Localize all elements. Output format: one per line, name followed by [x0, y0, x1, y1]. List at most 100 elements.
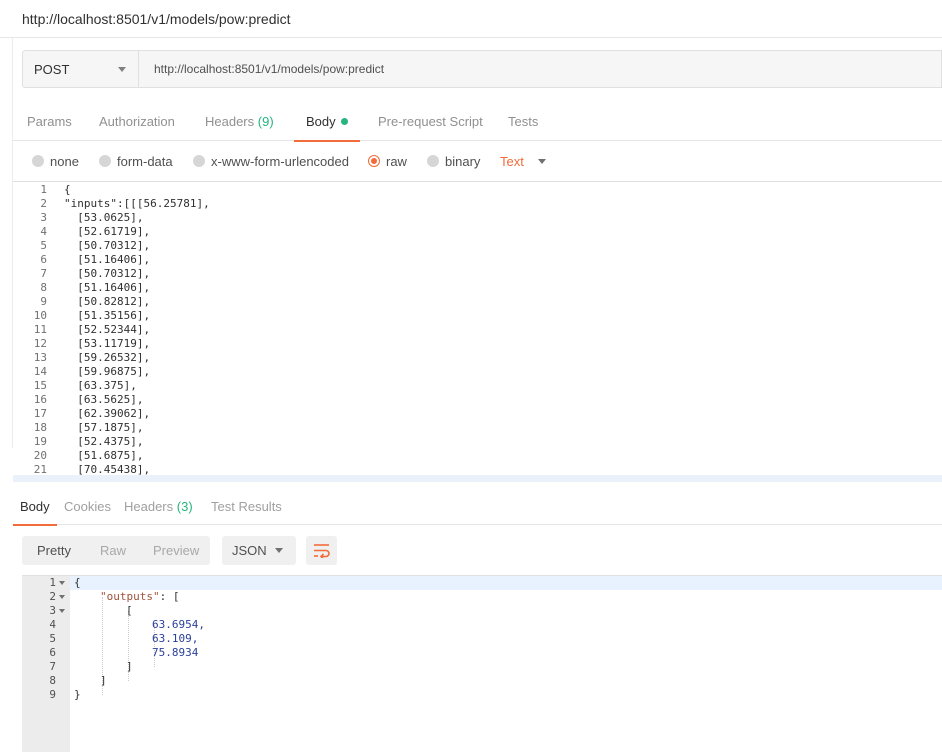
code-line: 1{: [13, 183, 942, 197]
json-punctuation: }: [74, 688, 81, 701]
response-line: 2 "outputs": [: [22, 590, 942, 604]
code-text: [51.35156],: [64, 309, 151, 322]
radio-label: binary: [445, 154, 481, 169]
response-code-text: }: [74, 688, 81, 702]
method-select[interactable]: POST: [23, 51, 139, 87]
code-line: 10 [51.35156],: [13, 309, 942, 323]
response-line: 9}: [22, 688, 942, 702]
body-modified-dot-icon: [340, 118, 348, 125]
tab-tests[interactable]: Tests: [508, 100, 538, 141]
radio-circle-icon: [32, 155, 44, 167]
line-number: 5: [40, 239, 47, 252]
code-line: 17 [62.39062],: [13, 407, 942, 421]
tab-params[interactable]: Params: [27, 100, 72, 141]
radio-label: none: [50, 154, 79, 169]
tab-authorization[interactable]: Authorization: [99, 100, 175, 141]
code-line: 18 [57.1875],: [13, 421, 942, 435]
response-line: 8]: [22, 674, 942, 688]
request-bar: POST http://localhost:8501/v1/models/pow…: [22, 50, 942, 88]
line-number: 8: [49, 674, 56, 687]
fold-toggle-icon[interactable]: [59, 595, 65, 599]
code-text: [52.61719],: [64, 225, 151, 238]
horizontal-scrollbar[interactable]: [13, 475, 942, 482]
raw-button[interactable]: Raw: [100, 536, 126, 565]
json-punctuation: : [: [159, 590, 180, 603]
line-number: 4: [49, 618, 56, 631]
code-line: 6 [51.16406],: [13, 253, 942, 267]
response-code-text: 75.8934: [152, 646, 198, 660]
request-body-editor[interactable]: 1{2 "inputs":[[[56.25781], 3 [53.0625], 4 […: [13, 181, 942, 482]
tab-body[interactable]: Body: [294, 100, 360, 142]
code-text: [62.39062],: [64, 407, 151, 420]
window-title: http://localhost:8501/v1/models/pow:pred…: [22, 11, 291, 27]
tab-label: Tests: [508, 114, 539, 129]
code-text: [53.11719],: [64, 337, 151, 350]
response-line: 4 63.6954,: [22, 618, 942, 632]
tab-label: Test Results: [211, 499, 282, 514]
fold-toggle-icon[interactable]: [59, 581, 65, 585]
tab-pre-request-script[interactable]: Pre-request Script: [378, 100, 483, 141]
tab-test-results[interactable]: Test Results: [211, 489, 282, 525]
request-tabs: Params Authorization Headers (9) Body Pr…: [13, 100, 942, 142]
code-line: 4 [52.61719],: [13, 225, 942, 239]
json-number: 63.109,: [152, 632, 199, 645]
line-number: 10: [33, 309, 47, 322]
tab-label: Params: [27, 114, 72, 129]
code-line: 3 [53.0625],: [13, 211, 942, 225]
json-number: 63.6954,: [152, 618, 205, 631]
response-tabs: Body Cookies Headers (3) Test Results: [13, 489, 942, 526]
line-number: 20: [33, 449, 47, 462]
fold-toggle-icon[interactable]: [59, 609, 65, 613]
response-code-text: ]: [100, 674, 107, 688]
radio-label: form-data: [117, 154, 173, 169]
line-number: 6: [49, 646, 56, 659]
code-text: [50.70312],: [64, 267, 151, 280]
response-code-text: {: [74, 576, 81, 590]
radio-label: raw: [386, 154, 407, 169]
radio-selected-icon: [368, 155, 380, 167]
tab-cookies[interactable]: Cookies: [64, 489, 111, 525]
body-format-label: Text: [500, 154, 524, 169]
response-line: 5 63.109,: [22, 632, 942, 646]
method-label: POST: [34, 62, 70, 77]
response-line: 3[: [22, 604, 942, 618]
code-text: [50.70312],: [64, 239, 151, 252]
response-headers-count-badge: (3): [176, 499, 193, 514]
json-punctuation: ]: [126, 660, 133, 673]
line-number: 11: [33, 323, 47, 336]
wrap-lines-button[interactable]: [306, 536, 337, 565]
code-line: 8 [51.16406],: [13, 281, 942, 295]
tab-response-body[interactable]: Body: [13, 489, 57, 526]
pretty-button[interactable]: Pretty: [37, 536, 71, 565]
response-language-select[interactable]: JSON: [222, 536, 296, 565]
line-number: 16: [33, 393, 47, 406]
line-number: 7: [40, 267, 47, 280]
tab-headers[interactable]: Headers (9): [205, 100, 274, 141]
code-text: [52.4375],: [64, 435, 144, 448]
chevron-down-icon: [275, 548, 283, 553]
headers-count-badge: (9): [257, 114, 274, 129]
line-number: 4: [40, 225, 47, 238]
code-line: 2 "inputs":[[[56.25781],: [13, 197, 942, 211]
tab-label: Body: [20, 499, 50, 514]
response-body-viewer[interactable]: 1{2 "outputs": [3[4 63.6954, 5 63.109, 6 75.89…: [22, 575, 942, 752]
response-line: 1{: [22, 576, 942, 590]
response-code-text: 63.6954,: [152, 618, 205, 632]
url-input[interactable]: http://localhost:8501/v1/models/pow:pred…: [140, 51, 940, 87]
language-label: JSON: [232, 543, 267, 558]
tab-response-headers[interactable]: Headers (3): [124, 489, 193, 525]
line-number: 9: [49, 688, 56, 701]
radio-circle-icon: [99, 155, 111, 167]
preview-button[interactable]: Preview: [153, 536, 199, 565]
line-number: 2: [40, 197, 47, 210]
line-number: 1: [40, 183, 47, 196]
line-number: 3: [49, 604, 56, 617]
radio-circle-icon: [427, 155, 439, 167]
code-line: 7 [50.70312],: [13, 267, 942, 281]
body-format-select[interactable]: Text: [500, 154, 546, 170]
json-number: 75.8934: [152, 646, 199, 659]
code-line: 19 [52.4375],: [13, 435, 942, 449]
chevron-down-icon: [538, 159, 546, 164]
code-text: [57.1875],: [64, 421, 144, 434]
radio-label: x-www-form-urlencoded: [211, 154, 349, 169]
